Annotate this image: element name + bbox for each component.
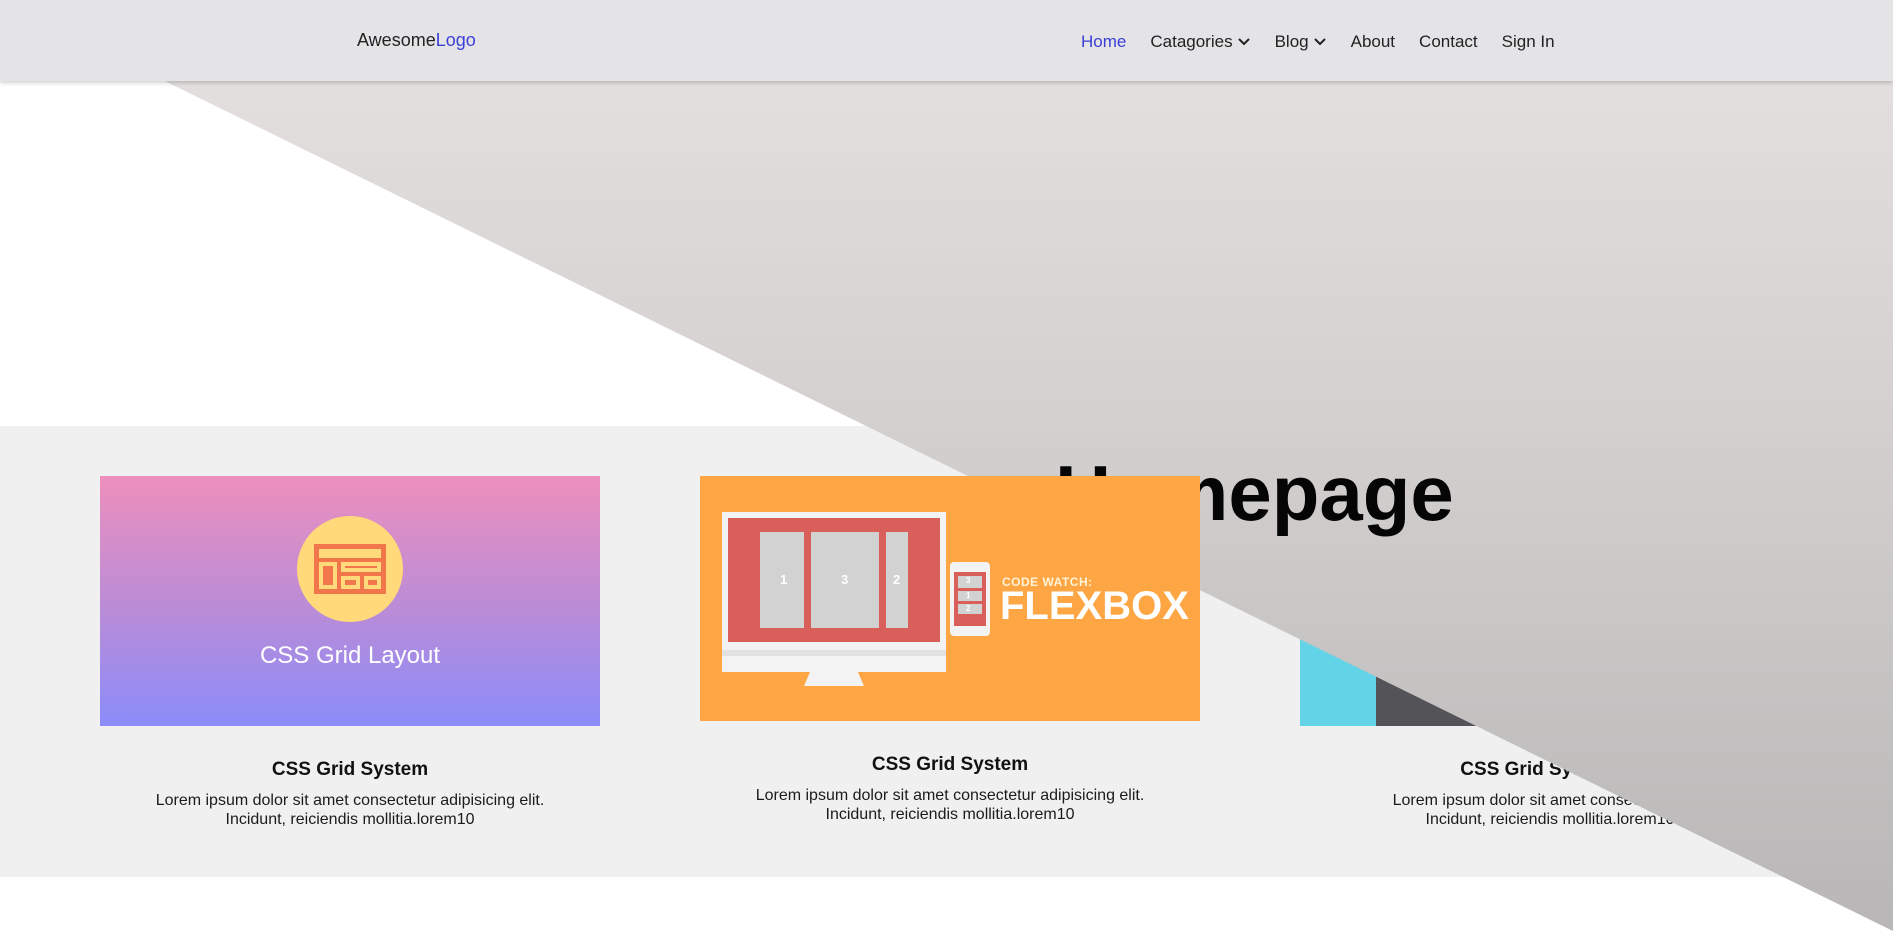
- card-text-line: Incidunt, reiciendis mollitia.lorem10: [825, 806, 1075, 823]
- nav-link-label: About: [1350, 32, 1396, 51]
- card-text-line: Lorem ipsum dolor sit amet consectetur a…: [755, 787, 1145, 804]
- card-image: CSS Grid Layout: [100, 476, 600, 726]
- card-title: CSS Grid System: [871, 754, 1029, 775]
- nav-link-label: Home: [1081, 32, 1127, 51]
- nav-link-label: Catagories: [1150, 32, 1233, 51]
- nav-link-categories[interactable]: Catagories: [1150, 32, 1250, 52]
- card-text-line: Lorem ipsum dolor sit amet consectetur a…: [1392, 792, 1708, 809]
- card-flexbox[interactable]: 1 3 2 3 1 2 CODE WATCH: FLEXBOX CSS Grid…: [700, 476, 1200, 824]
- chevron-down-icon: [1313, 37, 1327, 47]
- card-text-line: Lorem ipsum dolor sit amet consectetur a…: [155, 792, 545, 809]
- image-heading: FLEXBOX: [1000, 584, 1189, 628]
- card-text: Lorem ipsum dolor sit amet consectetur a…: [1300, 791, 1800, 829]
- card-text-line: Incidunt, reiciendis mollitia.lorem10: [1425, 811, 1675, 828]
- site-logo[interactable]: AwesomeLogo: [357, 30, 476, 51]
- nav-link-home[interactable]: Home: [1081, 32, 1126, 52]
- nav-link-contact[interactable]: Contact: [1419, 32, 1478, 52]
- decorative-shape: [1376, 661, 1800, 726]
- navbar: AwesomeLogo Home Catagories Blog About C…: [0, 0, 1893, 81]
- nav-link-label: Sign In: [1501, 32, 1555, 51]
- card-title: CSS Grid Syste: [1460, 759, 1600, 780]
- logo-main: Awesome: [357, 30, 436, 50]
- panel-number: 2: [893, 572, 901, 587]
- decorative-shape: [1350, 643, 1410, 663]
- card-css-grid-layout[interactable]: CSS Grid Layout CSS Grid System Lorem ip…: [100, 476, 600, 829]
- image-caption: CSS Grid Layout: [259, 642, 441, 669]
- card-text-line: Incidunt, reiciendis mollitia.lorem10: [225, 811, 475, 828]
- chevron-down-icon: [1237, 37, 1251, 47]
- nav-link-sign-in[interactable]: Sign In: [1502, 32, 1555, 52]
- phone-number: 3: [966, 576, 971, 585]
- nav-links: Home Catagories Blog About Contact Sign …: [1081, 30, 1555, 54]
- card-title: CSS Grid System: [271, 759, 429, 780]
- card-text: Lorem ipsum dolor sit amet consectetur a…: [100, 791, 600, 829]
- nav-link-label: Contact: [1419, 32, 1478, 51]
- card-image: 1 3 2 3 1 2 CODE WATCH: FLEXBOX: [700, 476, 1200, 721]
- nav-link-about[interactable]: About: [1351, 32, 1395, 52]
- phone-number: 1: [966, 591, 971, 600]
- grid-layout-icon: [297, 516, 403, 622]
- nav-link-blog[interactable]: Blog: [1275, 32, 1327, 52]
- panel-number: 1: [780, 572, 788, 587]
- card-text: Lorem ipsum dolor sit amet consectetur a…: [700, 786, 1200, 824]
- nav-link-label: Blog: [1274, 32, 1309, 51]
- phone-number: 2: [966, 604, 971, 613]
- panel-number: 3: [841, 572, 849, 587]
- logo-accent: Logo: [435, 30, 476, 50]
